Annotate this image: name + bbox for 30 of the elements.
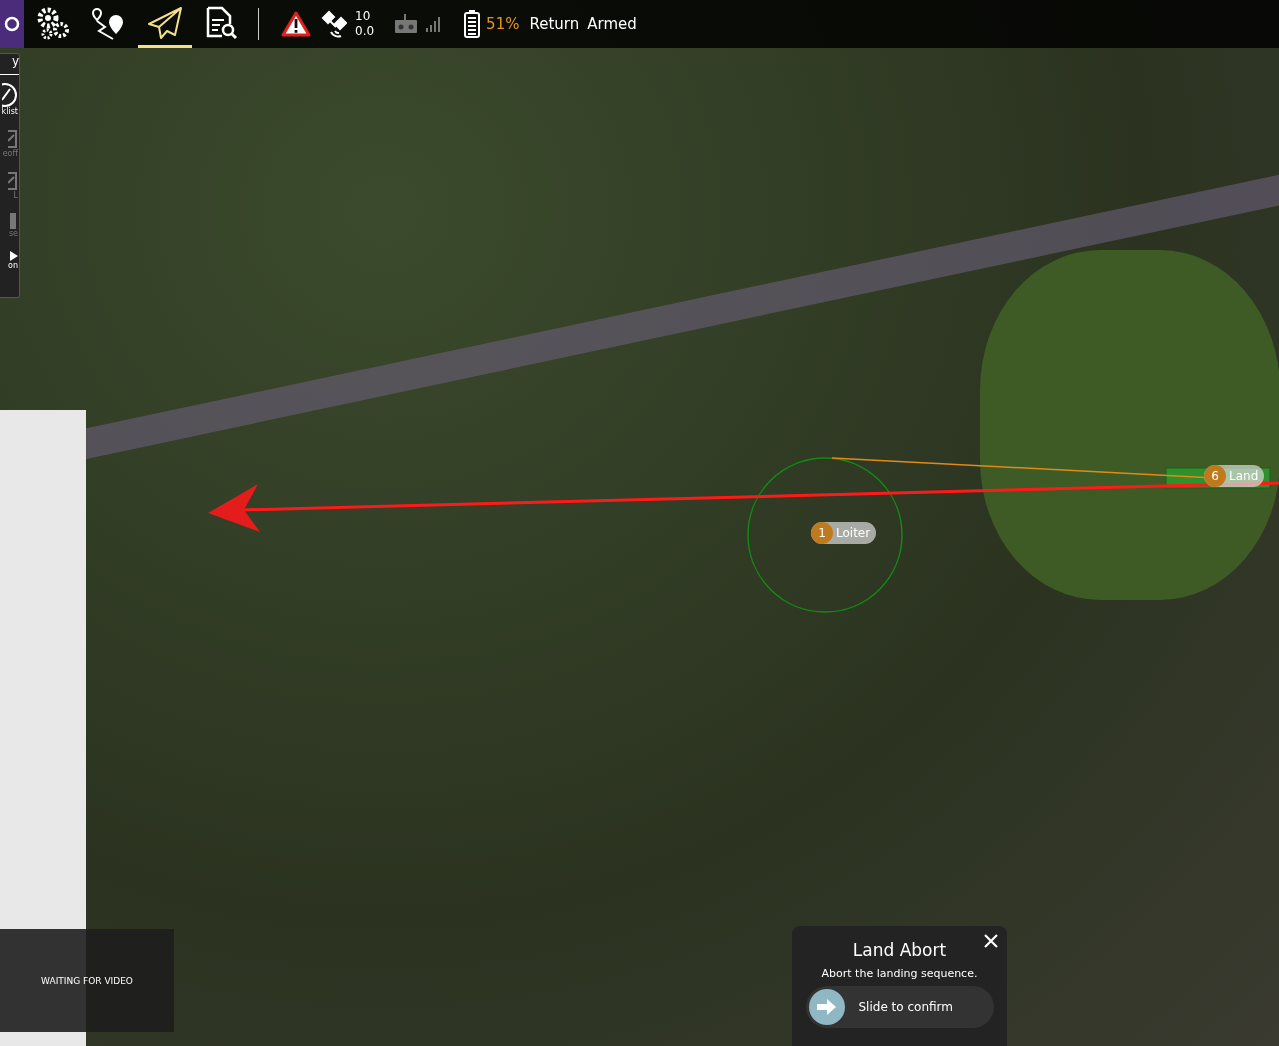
checklist-tool-button[interactable]: klist <box>1 79 19 121</box>
battery-icon[interactable] <box>464 10 481 38</box>
gps-hdop: 0.0 <box>355 24 375 39</box>
warning-icon[interactable] <box>281 11 311 37</box>
box-arrow-icon <box>8 171 18 191</box>
action-tool-button[interactable]: on <box>8 247 19 275</box>
video-status: WAITING FOR VIDEO <box>41 975 133 986</box>
panel-header: y <box>0 54 19 75</box>
dialog-message: Abort the landing sequence. <box>821 967 978 980</box>
satellite-count: 10 <box>355 9 372 24</box>
flight-mode-button[interactable]: Return <box>525 15 584 33</box>
document-search-icon <box>204 5 238 40</box>
play-icon <box>10 251 18 261</box>
remote-control-icon[interactable] <box>394 14 419 34</box>
gears-icon <box>35 5 71 40</box>
satellite-icon[interactable] <box>319 10 347 38</box>
slide-to-confirm-slider[interactable]: Slide to confirm <box>805 986 994 1028</box>
slider-label: Slide to confirm <box>858 1000 953 1014</box>
app-logo[interactable] <box>0 0 24 48</box>
paper-plane-icon <box>147 5 183 40</box>
check-icon <box>2 83 18 107</box>
video-panel[interactable]: WAITING FOR VIDEO <box>0 929 174 1032</box>
box-arrow-icon <box>8 129 18 149</box>
close-icon[interactable] <box>984 934 998 948</box>
slider-handle[interactable] <box>808 989 845 1025</box>
arm-status-button[interactable]: Armed <box>583 15 641 33</box>
pause-icon <box>10 213 18 229</box>
dialog-title: Land Abort <box>852 940 947 960</box>
battery-percent: 51% <box>486 15 520 33</box>
signal-bars-icon <box>426 16 443 32</box>
